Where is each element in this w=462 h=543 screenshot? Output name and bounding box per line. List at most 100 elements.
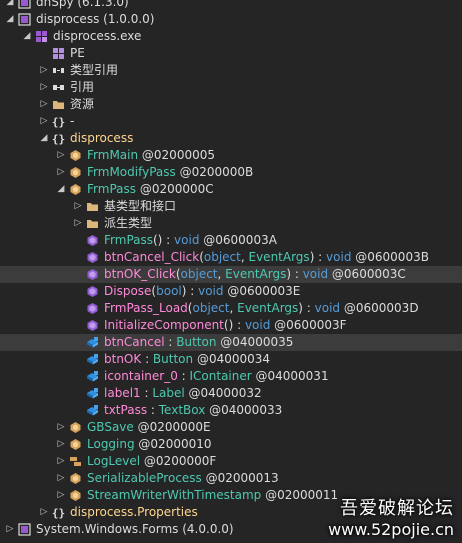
assembly-icon xyxy=(18,0,31,9)
tree-row[interactable]: ▷ FrmMain @02000005 xyxy=(0,147,462,164)
label-part: void xyxy=(244,318,271,332)
label-part: GBSave xyxy=(87,420,134,434)
tree-row[interactable]: label1 : Label @04000032 xyxy=(0,385,462,402)
chevron-down-icon[interactable]: ◢ xyxy=(55,181,67,198)
tree-row-label: FrmModifyPass @0200000B xyxy=(87,164,253,181)
tree-row[interactable]: ▷ GBSave @0200000E xyxy=(0,419,462,436)
chevron-right-icon[interactable]: ▷ xyxy=(55,470,67,487)
tree-row-label: FrmPass_Load(object, EventArgs) : void @… xyxy=(104,300,419,317)
chevron-right-icon[interactable]: ▷ xyxy=(55,164,67,181)
tree-row[interactable]: btnCancel_Click(object, EventArgs) : voi… xyxy=(0,249,462,266)
label-part: disprocess.exe xyxy=(53,29,142,43)
chevron-right-icon[interactable]: ▷ xyxy=(72,215,84,232)
tree-row[interactable]: ▷ 引用 xyxy=(0,79,462,96)
chevron-right-icon[interactable]: ▷ xyxy=(55,487,67,504)
tree-row[interactable]: FrmPass() : void @0600003A xyxy=(0,232,462,249)
tree-row[interactable]: ◢ FrmPass @0200000C xyxy=(0,181,462,198)
chevron-right-icon[interactable]: ▷ xyxy=(38,113,50,130)
folder-icon xyxy=(86,217,99,230)
label-part: object xyxy=(192,301,230,315)
tree-row[interactable]: ▷ 基类型和接口 xyxy=(0,198,462,215)
tree-row-label: icontainer_0 : IContainer @04000031 xyxy=(104,368,329,385)
label-part: @0600003B xyxy=(351,250,429,264)
typeref-icon xyxy=(52,64,65,77)
label-part: , xyxy=(240,250,249,264)
tree-row[interactable]: PE xyxy=(0,45,462,62)
label-part: @04000034 xyxy=(193,352,271,366)
tree-row[interactable]: ▷ Logging @02000010 xyxy=(0,436,462,453)
class-icon xyxy=(69,149,82,162)
label-part: void xyxy=(326,250,352,264)
tree-row[interactable]: FrmPass_Load(object, EventArgs) : void @… xyxy=(0,300,462,317)
tree-row[interactable]: btnCancel : Button @04000035 xyxy=(0,334,462,351)
tree-row[interactable]: btnOK_Click(object, EventArgs) : void @0… xyxy=(0,266,462,283)
chevron-right-icon[interactable]: ▷ xyxy=(55,436,67,453)
label-part: : xyxy=(140,386,153,400)
chevron-right-icon[interactable]: ▷ xyxy=(38,62,50,79)
assembly-icon xyxy=(18,523,31,536)
namespace-icon: {} xyxy=(52,506,65,520)
tree-row[interactable]: icontainer_0 : IContainer @04000031 xyxy=(0,368,462,385)
tree-row[interactable]: Dispose(bool) : void @0600003E xyxy=(0,283,462,300)
tree-row[interactable]: ▷ 类型引用 xyxy=(0,62,462,79)
chevron-right-icon[interactable]: ▷ xyxy=(4,521,16,538)
method-icon xyxy=(86,234,99,247)
label-part: icontainer_0 xyxy=(104,369,178,383)
chevron-right-icon[interactable]: ▷ xyxy=(55,419,67,436)
label-part: void xyxy=(302,267,329,281)
chevron-down-icon[interactable]: ◢ xyxy=(38,130,50,147)
tree-row-label: btnCancel : Button @04000035 xyxy=(104,334,293,351)
label-part: label1 xyxy=(104,386,141,400)
label-part: void xyxy=(314,301,341,315)
tree-row[interactable]: InitializeComponent() : void @0600003F xyxy=(0,317,462,334)
label-part: object xyxy=(203,250,241,264)
label-part: @0600003F xyxy=(270,318,347,332)
chevron-right-icon[interactable]: ▷ xyxy=(38,79,50,96)
chevron-right-icon[interactable]: ▷ xyxy=(38,96,50,113)
tree-row[interactable]: ◢ disprocess (1.0.0.0) xyxy=(0,11,462,28)
tree-row-label: SerializableProcess @02000013 xyxy=(87,470,279,487)
chevron-right-icon[interactable]: ▷ xyxy=(72,198,84,215)
tree-row-label: btnCancel_Click(object, EventArgs) : voi… xyxy=(104,249,429,266)
label-part: txtPass xyxy=(104,403,148,417)
label-part: 基类型和接口 xyxy=(104,199,177,213)
tree-row[interactable]: ▷ 派生类型 xyxy=(0,215,462,232)
tree-row[interactable]: ▷ SerializableProcess @02000013 xyxy=(0,470,462,487)
label-part: @0200000B xyxy=(175,165,254,179)
label-part: 引用 xyxy=(70,80,95,94)
chevron-down-icon[interactable]: ◢ xyxy=(4,11,16,28)
tree-row-label: FrmMain @02000005 xyxy=(87,147,215,164)
chevron-right-icon[interactable]: ▷ xyxy=(55,453,67,470)
chevron-down-icon[interactable]: ◢ xyxy=(21,28,33,45)
tree-row[interactable]: ▷{} - xyxy=(0,113,462,130)
label-part: - xyxy=(70,114,75,128)
tree-row[interactable]: ◢ dnSpy (6.1.3.0) xyxy=(0,0,462,11)
tree-row[interactable]: btnOK : Button @04000034 xyxy=(0,351,462,368)
tree-row[interactable]: ◢{} disprocess xyxy=(0,130,462,147)
label-part: IContainer xyxy=(189,369,252,383)
label-part: ) : xyxy=(286,267,303,281)
pe-icon xyxy=(52,47,65,60)
label-part: disprocess (1.0.0.0) xyxy=(36,12,155,26)
tree-row-label: Dispose(bool) : void @0600003E xyxy=(104,283,300,300)
chevron-right-icon[interactable]: ▷ xyxy=(55,147,67,164)
tree-row[interactable]: ▷ 资源 xyxy=(0,96,462,113)
tree-row[interactable]: ◢ disprocess.exe xyxy=(0,28,462,45)
chevron-down-icon[interactable]: ◢ xyxy=(4,0,16,11)
label-part: @0600003C xyxy=(328,267,406,281)
svg-text:{}: {} xyxy=(52,133,65,146)
field-icon xyxy=(86,336,99,349)
tree-row-label: LogLevel @0200000F xyxy=(87,453,216,470)
label-part: 资源 xyxy=(70,97,95,111)
tree-row[interactable]: ▷ LogLevel @0200000F xyxy=(0,453,462,470)
tree-row-label: 派生类型 xyxy=(104,215,152,232)
label-part: InitializeComponent xyxy=(104,318,224,332)
chevron-right-icon[interactable]: ▷ xyxy=(38,504,50,521)
label-part: @0600003A xyxy=(199,233,277,247)
tree-row-label: System.Windows.Forms (4.0.0.0) xyxy=(36,521,234,538)
tree-row-label: disprocess.Properties xyxy=(70,504,198,521)
assembly-explorer-tree[interactable]: ◢ dnSpy (6.1.3.0) ◢ disprocess (1.0.0.0) ◢ di… xyxy=(0,0,462,543)
tree-row[interactable]: txtPass : TextBox @04000033 xyxy=(0,402,462,419)
tree-row[interactable]: ▷ FrmModifyPass @0200000B xyxy=(0,164,462,181)
label-part: SerializableProcess xyxy=(87,471,202,485)
